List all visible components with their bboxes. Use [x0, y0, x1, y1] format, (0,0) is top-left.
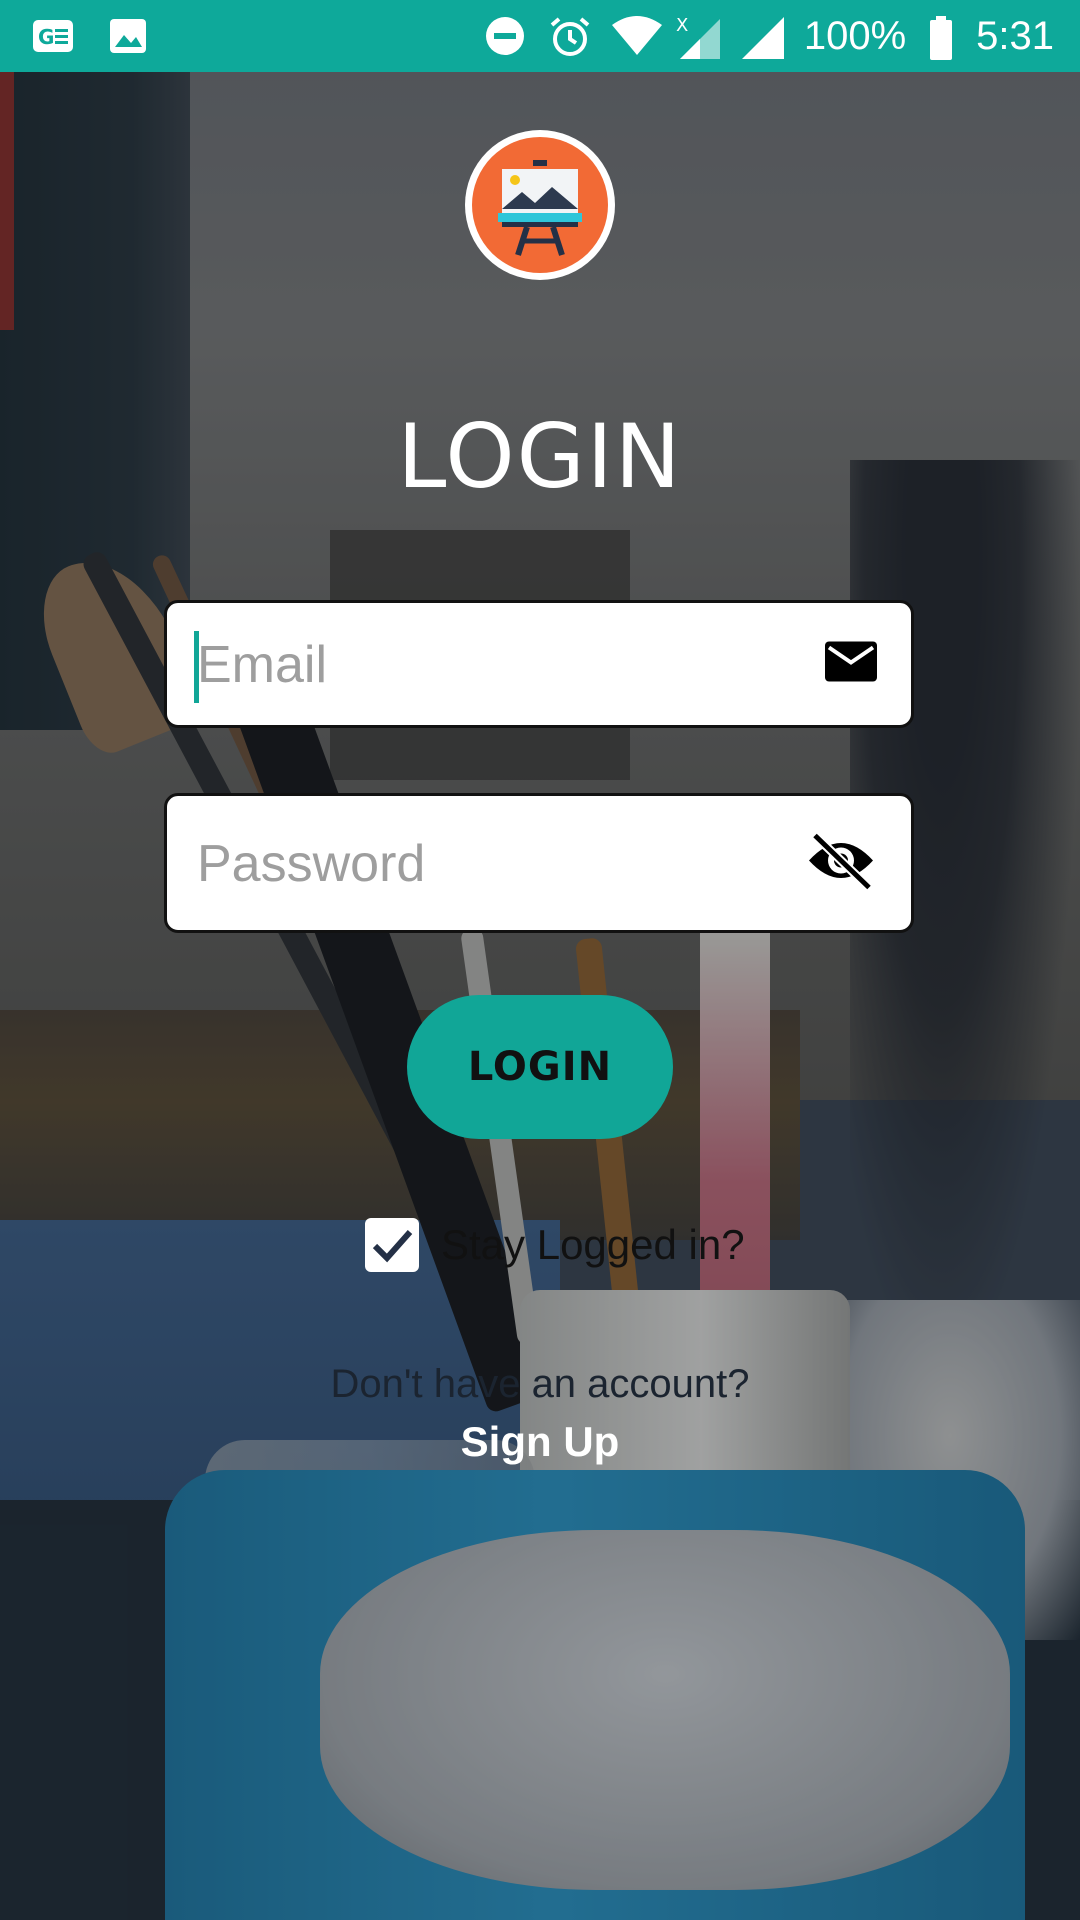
svg-text:X: X [676, 15, 688, 36]
battery-percent: 100% [803, 13, 907, 58]
do-not-disturb-icon [484, 15, 526, 57]
no-account-prompt: Don't have an account? [330, 1362, 750, 1406]
stay-logged-in-checkbox[interactable] [365, 1218, 419, 1272]
stay-logged-in[interactable]: Stay Logged in? [365, 1218, 745, 1272]
clock: 5:31 [976, 13, 1054, 58]
wifi-icon [611, 15, 662, 57]
svg-text:G: G [38, 25, 54, 49]
alarm-icon [548, 15, 590, 57]
stay-logged-in-label: Stay Logged in? [441, 1221, 745, 1268]
checkmark-icon [372, 1230, 413, 1263]
mail-icon [825, 641, 877, 687]
background-photo [0, 0, 1080, 1920]
login-button[interactable]: LOGIN [407, 995, 673, 1139]
sign-up-link[interactable]: Sign Up [0, 1418, 1080, 1466]
app-logo [465, 130, 615, 280]
image-icon [108, 16, 150, 58]
ge-news-icon: G [32, 16, 74, 58]
status-bar: G X 100% 5:31 [0, 0, 1080, 72]
password-field[interactable] [164, 793, 914, 933]
email-input[interactable] [195, 603, 759, 727]
easel-logo-icon [498, 160, 582, 256]
battery-icon [928, 15, 954, 60]
login-title: LOGIN [397, 405, 683, 508]
signal-icon [740, 15, 784, 59]
signal-x-icon: X [676, 15, 720, 59]
password-input[interactable] [195, 796, 759, 932]
eye-off-icon[interactable] [807, 832, 875, 895]
email-field[interactable] [164, 600, 914, 728]
